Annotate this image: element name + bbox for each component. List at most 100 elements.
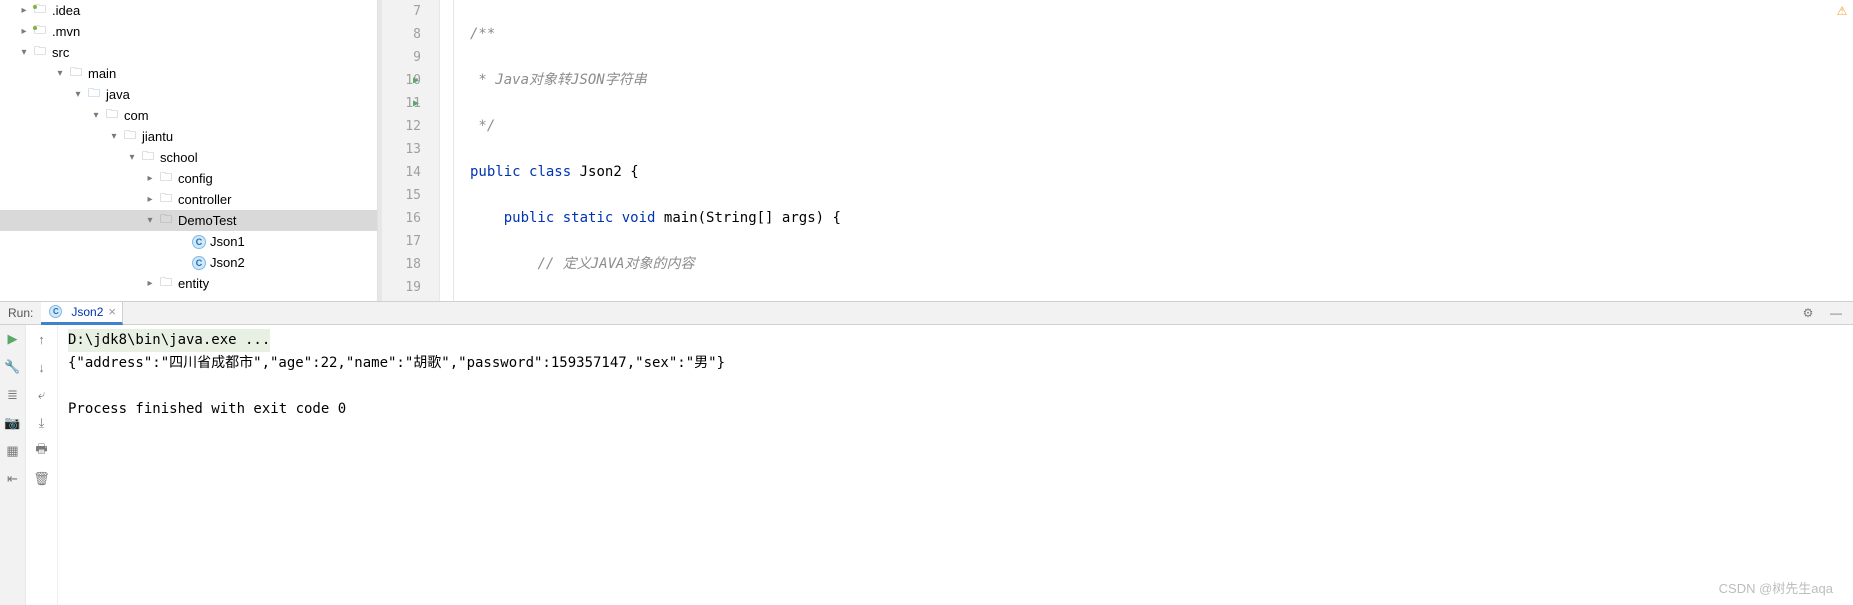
layout-icon[interactable]: ▦ (5, 443, 21, 459)
tree-item-demotest[interactable]: ▾ 🗀 DemoTest (0, 210, 377, 231)
editor-content[interactable]: /** * Java对象转JSON字符串 */ public class Jso… (454, 0, 1839, 301)
package-icon: 🗀 (158, 276, 174, 292)
console-command: D:\jdk8\bin\java.exe ... (68, 329, 270, 352)
line-number: 17 (382, 230, 421, 253)
tree-label: entity (178, 276, 209, 291)
code-text: (String[] args) { (698, 210, 841, 226)
tree-item-java[interactable]: ▾ 🗀 java (0, 84, 377, 105)
project-tree[interactable]: ▸ 🗀 .idea ▸ 🗀 .mvn ▾ 🗀 src ▾ 🗀 main ▾ (0, 0, 378, 301)
tree-item-idea[interactable]: ▸ 🗀 .idea (0, 0, 377, 21)
console-output[interactable]: D:\jdk8\bin\java.exe ... {"address":"四川省… (58, 325, 1853, 605)
tree-label: Json2 (210, 255, 245, 270)
warning-indicator-icon[interactable]: ⚠ (1835, 4, 1849, 18)
tree-item-main[interactable]: ▾ 🗀 main (0, 63, 377, 84)
chevron-right-icon[interactable]: ▸ (142, 278, 158, 289)
java-class-icon: C (192, 256, 206, 270)
camera-icon[interactable]: 📷 (5, 415, 21, 431)
stack-icon[interactable]: ≣ (5, 387, 21, 403)
trash-icon[interactable]: 🗑 (34, 471, 50, 487)
source-folder-icon: 🗀 (86, 87, 102, 103)
line-number: 7 (382, 0, 421, 23)
package-icon: 🗀 (140, 150, 156, 166)
fold-bar[interactable] (440, 0, 454, 301)
line-number: 11▶ (382, 92, 421, 115)
run-action-toolbar: ▶ 🔧 ≣ 📷 ▦ ⇤ (0, 325, 26, 605)
run-label: Run: (0, 306, 41, 320)
rerun-icon[interactable]: ▶ (5, 331, 21, 347)
chevron-down-icon[interactable]: ▾ (124, 152, 140, 163)
close-icon[interactable]: × (108, 304, 116, 319)
chevron-down-icon[interactable]: ▾ (52, 68, 68, 79)
tree-label: .idea (52, 3, 80, 18)
editor-scrollbar[interactable]: ⚠ (1839, 0, 1853, 301)
tree-item-com[interactable]: ▾ 🗀 com (0, 105, 377, 126)
package-icon: 🗀 (122, 129, 138, 145)
run-tab[interactable]: C Json2 × (41, 302, 123, 325)
package-icon: 🗀 (158, 213, 174, 229)
editor-gutter[interactable]: 7 8 9 10▶ 11▶ 12 13 14 15 16 17 18 19 (378, 0, 440, 301)
console-line: {"address":"四川省成都市","age":22,"name":"胡歌"… (68, 352, 1843, 375)
print-icon[interactable]: 🖶 (34, 443, 50, 459)
tree-item-config[interactable]: ▸ 🗀 config (0, 168, 377, 189)
line-number: 13 (382, 138, 421, 161)
code-text: public (504, 210, 555, 226)
tree-item-controller[interactable]: ▸ 🗀 controller (0, 189, 377, 210)
tree-item-src[interactable]: ▾ 🗀 src (0, 42, 377, 63)
tree-item-school[interactable]: ▾ 🗀 school (0, 147, 377, 168)
code-text: static (563, 210, 614, 226)
code-text: // 定义JAVA对象的内容 (537, 256, 694, 272)
run-header: Run: C Json2 × ⚙ — (0, 302, 1853, 325)
minimize-icon[interactable]: — (1829, 306, 1843, 320)
chevron-right-icon[interactable]: ▸ (142, 173, 158, 184)
code-text: * Java对象转JSON字符串 (470, 72, 647, 88)
line-number: 19 (382, 276, 421, 299)
run-gutter-icon[interactable]: ▶ (413, 69, 419, 92)
tree-label: controller (178, 192, 231, 207)
code-text: class (529, 164, 571, 180)
chevron-down-icon[interactable]: ▾ (16, 47, 32, 58)
scroll-to-end-icon[interactable]: ⤓ (34, 415, 50, 431)
exit-icon[interactable]: ⇤ (5, 471, 21, 487)
tree-label: java (106, 87, 130, 102)
java-class-icon: C (49, 305, 62, 318)
wrench-icon[interactable]: 🔧 (5, 359, 21, 375)
tree-label: Json1 (210, 234, 245, 249)
folder-icon: 🗀 (68, 66, 84, 82)
tree-item-json1[interactable]: ▸ C Json1 (0, 231, 377, 252)
run-tool-window: Run: C Json2 × ⚙ — ▶ 🔧 ≣ 📷 ▦ ⇤ ↑ ↓ (0, 302, 1853, 605)
tree-label: config (178, 171, 213, 186)
code-editor[interactable]: 7 8 9 10▶ 11▶ 12 13 14 15 16 17 18 19 /*… (378, 0, 1853, 301)
tree-label: com (124, 108, 149, 123)
folder-icon: 🗀 (32, 3, 48, 19)
arrow-down-icon[interactable]: ↓ (34, 359, 50, 375)
code-text: /** (470, 26, 495, 42)
folder-icon: 🗀 (32, 24, 48, 40)
code-text: Json2 (580, 164, 622, 180)
chevron-down-icon[interactable]: ▾ (106, 131, 122, 142)
chevron-right-icon[interactable]: ▸ (16, 5, 32, 16)
line-number: 10▶ (382, 69, 421, 92)
arrow-up-icon[interactable]: ↑ (34, 331, 50, 347)
tree-item-entity[interactable]: ▸ 🗀 entity (0, 273, 377, 294)
chevron-right-icon[interactable]: ▸ (142, 194, 158, 205)
code-text: */ (470, 118, 495, 134)
package-icon: 🗀 (158, 171, 174, 187)
chevron-down-icon[interactable]: ▾ (88, 110, 104, 121)
tree-label: main (88, 66, 116, 81)
console-exit: Process finished with exit code 0 (68, 398, 1843, 421)
tree-item-mvn[interactable]: ▸ 🗀 .mvn (0, 21, 377, 42)
soft-wrap-icon[interactable]: ⤶ (34, 387, 50, 403)
chevron-down-icon[interactable]: ▾ (70, 89, 86, 100)
tree-item-jiantu[interactable]: ▾ 🗀 jiantu (0, 126, 377, 147)
run-tab-label: Json2 (71, 305, 103, 319)
line-number: 18 (382, 253, 421, 276)
chevron-right-icon[interactable]: ▸ (16, 26, 32, 37)
gear-icon[interactable]: ⚙ (1801, 306, 1815, 320)
folder-icon: 🗀 (32, 45, 48, 61)
chevron-down-icon[interactable]: ▾ (142, 215, 158, 226)
tree-label: DemoTest (178, 213, 237, 228)
code-text: public (470, 164, 521, 180)
tree-item-json2[interactable]: ▸ C Json2 (0, 252, 377, 273)
run-gutter-icon[interactable]: ▶ (413, 92, 419, 115)
line-number: 12 (382, 115, 421, 138)
